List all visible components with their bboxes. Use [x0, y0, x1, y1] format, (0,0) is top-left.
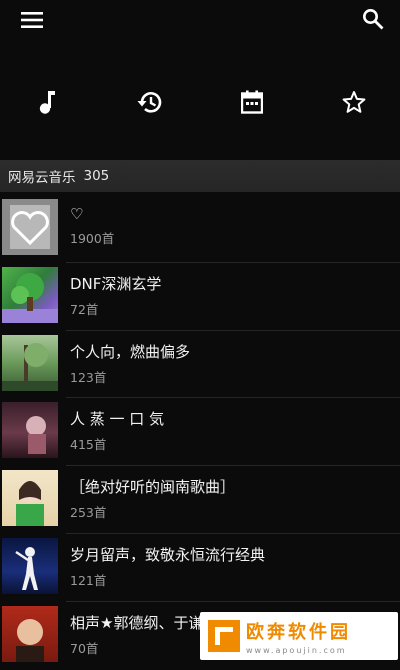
search-icon [363, 9, 384, 30]
menu-button[interactable] [18, 6, 46, 34]
playlist-count: 72首 [70, 301, 99, 317]
history-icon [137, 92, 162, 113]
star-icon [342, 91, 366, 113]
playlist-title: ♡ [70, 205, 84, 223]
section-header: 网易云音乐 305 [0, 160, 400, 192]
list-item[interactable]: ♡ 1900首 [0, 195, 400, 263]
playlist-count: 415首 [70, 437, 107, 453]
playlist-count: 1900首 [70, 231, 115, 246]
watermark-name: 欧奔软件园 [246, 621, 351, 643]
playlist-title: DNF深渊玄学 [70, 274, 162, 293]
tab-music[interactable] [32, 87, 62, 117]
list-item[interactable]: ［绝对好听的闽南歌曲］ 253首 [0, 466, 400, 534]
list-item[interactable]: 岁月留声，致敬永恒流行经典 121首 [0, 534, 400, 602]
playlist-cover [2, 605, 58, 662]
section-title: 网易云音乐 [8, 170, 76, 186]
top-bar [0, 0, 400, 40]
playlist-list: ♡ 1900首 DNF深渊玄学 72首 个人向，燃曲偏多 123首 人 蒸 一 … [0, 195, 400, 670]
playlist-cover [2, 266, 58, 323]
watermark-url: www.apoujin.com [246, 645, 347, 655]
playlist-title: 个人向，燃曲偏多 [70, 342, 191, 361]
playlist-title: ［绝对好听的闽南歌曲］ [70, 478, 236, 497]
playlist-cover [2, 537, 58, 594]
playlist-cover [2, 199, 58, 255]
calendar-icon [241, 90, 263, 114]
playlist-title: 岁月留声，致敬永恒流行经典 [70, 545, 266, 564]
list-item[interactable]: 人 蒸 一 口 気 415首 [0, 398, 400, 467]
playlist-cover [2, 402, 58, 459]
hamburger-menu-icon [21, 12, 43, 28]
section-count: 305 [83, 168, 110, 184]
playlist-count: 123首 [70, 369, 107, 385]
watermark-logo-icon [208, 620, 240, 652]
search-button[interactable] [359, 5, 387, 33]
playlist-count: 253首 [70, 505, 107, 521]
list-item[interactable]: DNF深渊玄学 72首 [0, 263, 400, 331]
list-item[interactable]: 个人向，燃曲偏多 123首 [0, 331, 400, 399]
playlist-count: 121首 [70, 572, 107, 588]
music-note-icon [39, 91, 55, 114]
playlist-cover [2, 334, 58, 391]
category-tabs [0, 72, 400, 132]
tab-history[interactable] [135, 87, 165, 117]
playlist-title: 人 蒸 一 口 気 [70, 410, 165, 429]
playlist-cover [2, 470, 58, 527]
watermark-badge: 欧奔软件园 www.apoujin.com [200, 612, 398, 660]
tab-calendar[interactable] [237, 87, 267, 117]
tab-favorite[interactable] [339, 87, 369, 117]
